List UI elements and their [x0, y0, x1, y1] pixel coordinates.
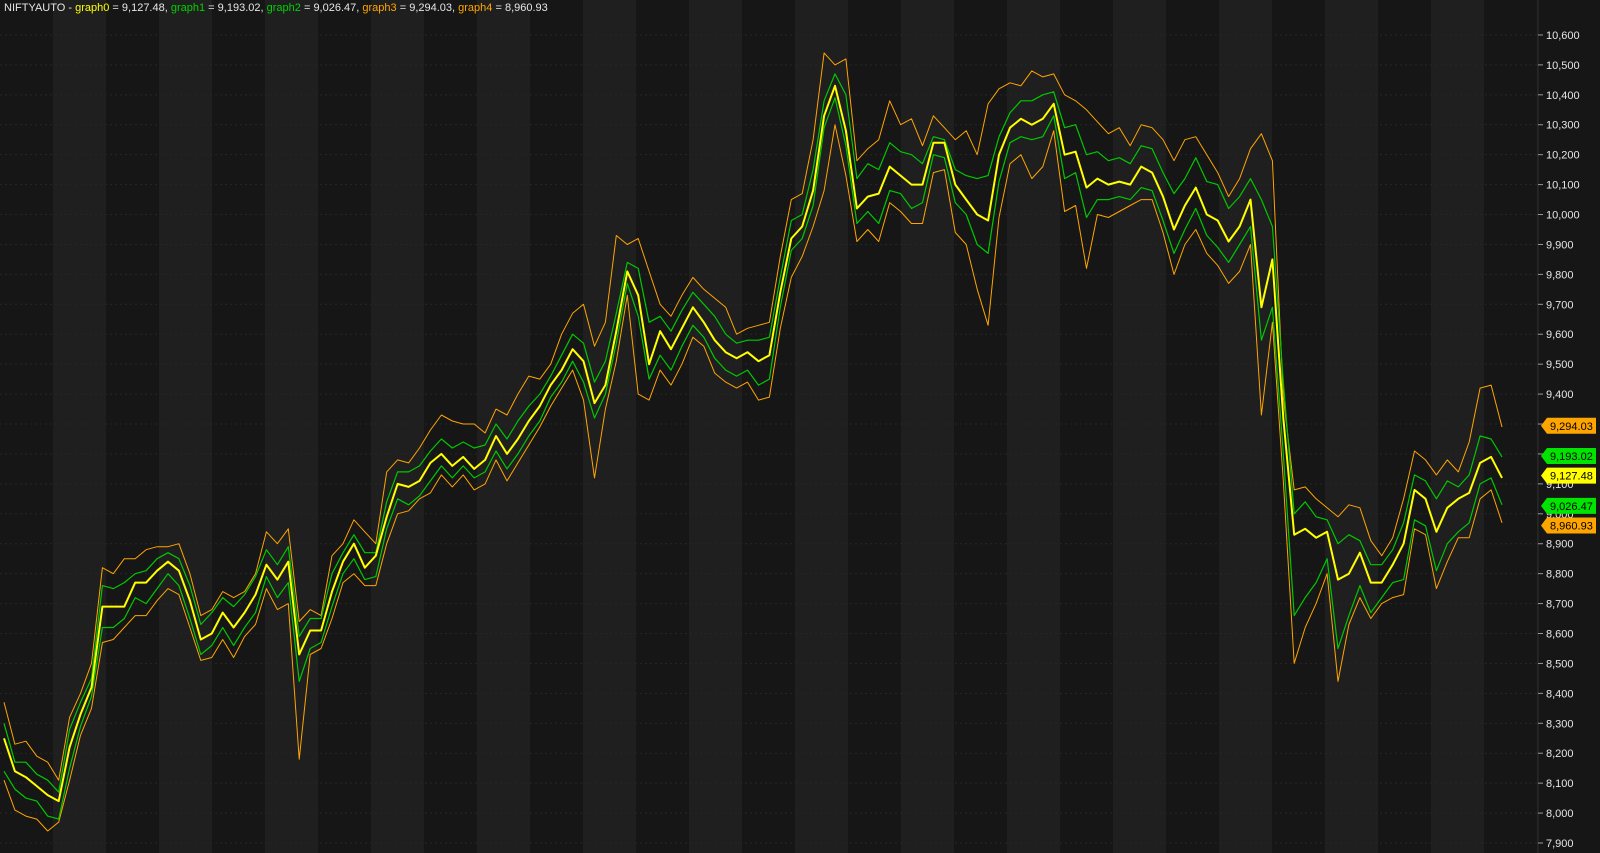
chart-canvas[interactable]: 7,900 8,000 8,100 8,200 8,300 8,400 8,500 8,600… — [0, 0, 1600, 853]
legend-graph3-value: 9,294.03 — [409, 2, 453, 14]
y-tick-label: 9,500 — [1546, 359, 1574, 371]
last-value-tag-label: 9,193.02 — [1550, 451, 1593, 463]
legend-graph2-value: 9,026.47 — [313, 2, 357, 14]
y-tick-label: 8,700 — [1546, 599, 1574, 611]
y-tick-label: 8,400 — [1546, 688, 1574, 700]
last-value-tag-graph0: 9,127.48 — [1541, 467, 1596, 484]
legend-graph4-name: graph4 — [458, 2, 493, 14]
legend-graph0-name: graph0 — [75, 2, 110, 14]
background-band — [1325, 0, 1378, 853]
background-band — [1431, 0, 1484, 853]
legend-graph0-value: 9,127.48 — [121, 2, 165, 14]
last-value-tag-label: 9,294.03 — [1550, 421, 1593, 433]
background-band — [689, 0, 742, 853]
background-band — [901, 0, 954, 853]
background-band — [583, 0, 636, 853]
background-band — [159, 0, 212, 853]
legend-graph4-value: 8,960.93 — [504, 2, 548, 14]
legend-graph1-value: 9,193.02 — [217, 2, 261, 14]
y-tick-label: 9,700 — [1546, 299, 1574, 311]
y-tick-label: 10,300 — [1546, 120, 1580, 132]
grid-lines — [0, 34, 1538, 844]
y-tick-label: 8,600 — [1546, 629, 1574, 641]
y-tick-label: 10,100 — [1546, 180, 1580, 192]
y-tick-label: 7,900 — [1546, 838, 1574, 850]
series-layer — [3, 52, 1503, 832]
y-tick-label: 8,500 — [1546, 658, 1574, 670]
y-tick-label: 9,800 — [1546, 269, 1574, 281]
y-tick-label: 8,100 — [1546, 778, 1574, 790]
background-band — [265, 0, 318, 853]
series-line-graph2 — [3, 97, 1503, 820]
y-tick-label: 10,400 — [1546, 90, 1580, 102]
background-bands — [53, 0, 1538, 853]
y-tick-label: 8,300 — [1546, 718, 1574, 730]
y-tick-label: 8,200 — [1546, 748, 1574, 760]
legend-graph1-name: graph1 — [170, 2, 206, 14]
symbol-title: NIFTYAUTO - — [4, 2, 76, 14]
y-tick-label: 8,000 — [1546, 808, 1574, 820]
series-line-graph1 — [3, 73, 1503, 793]
last-value-tag-graph4: 8,960.93 — [1541, 517, 1596, 534]
y-tick-label: 8,800 — [1546, 569, 1574, 581]
background-band — [1007, 0, 1060, 853]
background-band — [1219, 0, 1272, 853]
y-tick-label: 9,400 — [1546, 389, 1574, 401]
y-tick-label: 10,500 — [1546, 60, 1580, 72]
y-tick-label: 8,900 — [1546, 539, 1574, 551]
y-tick-label: 9,600 — [1546, 329, 1574, 341]
last-value-tag-label: 8,960.93 — [1550, 520, 1593, 532]
y-axis: 7,900 8,000 8,100 8,200 8,300 8,400 8,500 8,600… — [1538, 30, 1580, 850]
y-tick-label: 10,000 — [1546, 210, 1580, 222]
last-value-tag-label: 9,026.47 — [1550, 501, 1593, 513]
legend-graph2-name: graph2 — [266, 2, 301, 14]
y-tick-label: 10,600 — [1546, 30, 1580, 42]
legend-graph3-name: graph3 — [362, 2, 397, 14]
background-band — [53, 0, 106, 853]
last-value-tag-graph2: 9,026.47 — [1541, 497, 1596, 514]
series-line-graph4 — [3, 124, 1503, 832]
background-band — [477, 0, 530, 853]
y-tick-label: 10,200 — [1546, 150, 1580, 162]
last-value-tag-graph1: 9,193.02 — [1541, 448, 1596, 465]
series-line-graph3 — [3, 52, 1503, 781]
last-value-tag-label: 9,127.48 — [1550, 471, 1593, 483]
series-line-graph0 — [3, 84, 1503, 803]
last-value-tag-graph3: 9,294.03 — [1541, 417, 1596, 434]
y-tick-label: 9,900 — [1546, 239, 1574, 251]
background-band — [371, 0, 424, 853]
chart-title-bar: NIFTYAUTO - graph0 = 9,127.48, graph1 = … — [4, 2, 548, 14]
